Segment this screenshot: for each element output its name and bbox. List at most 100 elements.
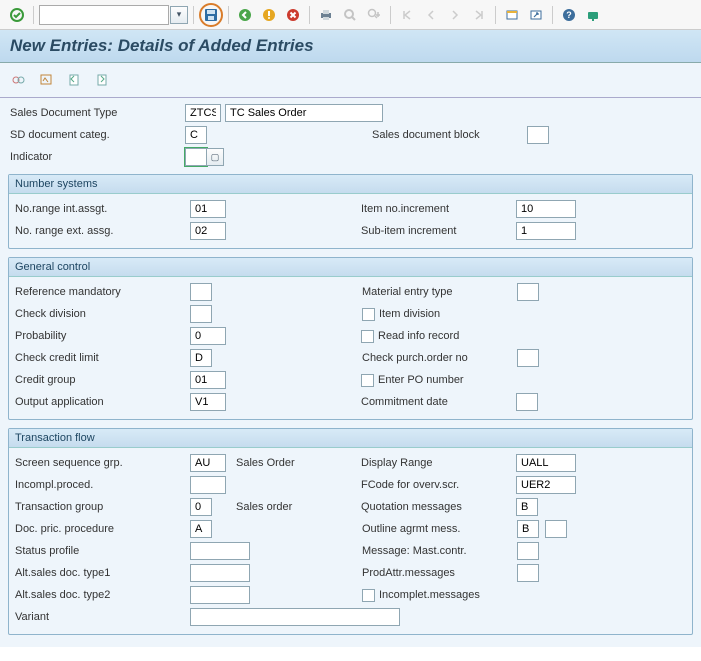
- screen-seq-desc: Sales Order: [236, 457, 361, 469]
- read-info-checkbox[interactable]: [361, 330, 374, 343]
- system-toolbar: ▾ ?: [0, 0, 701, 30]
- enter-po-checkbox[interactable]: [361, 374, 374, 387]
- trans-group-field[interactable]: [190, 498, 212, 516]
- commit-date-field[interactable]: [516, 393, 538, 411]
- group-transaction-flow-title: Transaction flow: [9, 429, 692, 448]
- prob-label: Probability: [15, 330, 190, 342]
- status-prof-field[interactable]: [190, 542, 250, 560]
- find-next-icon[interactable]: [363, 4, 385, 26]
- customize-local-layout-icon[interactable]: [582, 4, 604, 26]
- read-info-label: Read info record: [378, 330, 459, 342]
- separator: [552, 6, 553, 24]
- credit-group-field[interactable]: [190, 371, 226, 389]
- msg-mast-label: Message: Mast.contr.: [362, 545, 517, 557]
- variant-label: Variant: [15, 611, 190, 623]
- group-transaction-flow: Transaction flow Screen sequence grp. Sa…: [8, 428, 693, 635]
- separator: [495, 6, 496, 24]
- check-credit-label: Check credit limit: [15, 352, 190, 364]
- sales-doc-type-code[interactable]: [185, 104, 221, 122]
- subitem-inc-label: Sub-item increment: [361, 225, 516, 237]
- doc-pric-label: Doc. pric. procedure: [15, 523, 190, 535]
- back-icon[interactable]: [234, 4, 256, 26]
- change-display-icon[interactable]: [8, 69, 30, 91]
- alt-type2-field[interactable]: [190, 586, 250, 604]
- exit-icon[interactable]: [258, 4, 280, 26]
- outline-msg-field[interactable]: [517, 520, 539, 538]
- separator: [228, 6, 229, 24]
- no-range-ext-field[interactable]: [190, 222, 226, 240]
- check-po-label: Check purch.order no: [362, 352, 517, 364]
- cancel-icon[interactable]: [282, 4, 304, 26]
- item-division-checkbox[interactable]: [362, 308, 375, 321]
- new-session-icon[interactable]: [501, 4, 523, 26]
- first-page-icon[interactable]: [396, 4, 418, 26]
- incomplet-msg-checkbox[interactable]: [362, 589, 375, 602]
- prev-entry-icon[interactable]: [64, 69, 86, 91]
- outline-msg-extra-field[interactable]: [545, 520, 567, 538]
- check-credit-field[interactable]: [190, 349, 212, 367]
- screen-seq-field[interactable]: [190, 454, 226, 472]
- prev-page-icon[interactable]: [420, 4, 442, 26]
- group-general-control: General control Reference mandatory Mate…: [8, 257, 693, 420]
- check-div-label: Check division: [15, 308, 190, 320]
- prodattr-field[interactable]: [517, 564, 539, 582]
- select-entry-icon[interactable]: [36, 69, 58, 91]
- indicator-field[interactable]: [185, 148, 207, 166]
- sd-doc-categ-label: SD document categ.: [10, 129, 185, 141]
- sales-doc-type-desc[interactable]: [225, 104, 383, 122]
- item-inc-field[interactable]: [516, 200, 576, 218]
- separator: [309, 6, 310, 24]
- ref-mand-field[interactable]: [190, 283, 212, 301]
- screen-seq-label: Screen sequence grp.: [15, 457, 190, 469]
- print-icon[interactable]: [315, 4, 337, 26]
- output-app-field[interactable]: [190, 393, 226, 411]
- enter-po-label: Enter PO number: [378, 374, 464, 386]
- command-dropdown[interactable]: ▾: [170, 6, 188, 24]
- indicator-f4-button[interactable]: ▢: [206, 148, 224, 166]
- alt-type2-label: Alt.sales doc. type2: [15, 589, 190, 601]
- doc-pric-field[interactable]: [190, 520, 212, 538]
- check-div-field[interactable]: [190, 305, 212, 323]
- variant-field[interactable]: [190, 608, 400, 626]
- alt-type1-field[interactable]: [190, 564, 250, 582]
- commit-date-label: Commitment date: [361, 396, 516, 408]
- item-inc-label: Item no.increment: [361, 203, 516, 215]
- display-range-field[interactable]: [516, 454, 576, 472]
- subitem-inc-field[interactable]: [516, 222, 576, 240]
- no-range-int-field[interactable]: [190, 200, 226, 218]
- last-page-icon[interactable]: [468, 4, 490, 26]
- quot-msg-label: Quotation messages: [361, 501, 516, 513]
- prodattr-label: ProdAttr.messages: [362, 567, 517, 579]
- outline-msg-label: Outline agrmt mess.: [362, 523, 517, 535]
- incompl-proc-field[interactable]: [190, 476, 226, 494]
- find-icon[interactable]: [339, 4, 361, 26]
- quot-msg-field[interactable]: [516, 498, 538, 516]
- group-general-control-title: General control: [9, 258, 692, 277]
- trans-group-desc: Sales order: [236, 501, 361, 513]
- separator: [193, 6, 194, 24]
- next-page-icon[interactable]: [444, 4, 466, 26]
- mat-entry-label: Material entry type: [362, 286, 517, 298]
- enter-icon[interactable]: [6, 4, 28, 26]
- output-app-label: Output application: [15, 396, 190, 408]
- create-shortcut-icon[interactable]: [525, 4, 547, 26]
- fcode-field[interactable]: [516, 476, 576, 494]
- incomplet-msg-label: Incomplet.messages: [379, 589, 480, 601]
- item-division-label: Item division: [379, 308, 440, 320]
- check-po-field[interactable]: [517, 349, 539, 367]
- fcode-label: FCode for overv.scr.: [361, 479, 516, 491]
- trans-group-label: Transaction group: [15, 501, 190, 513]
- msg-mast-field[interactable]: [517, 542, 539, 560]
- mat-entry-field[interactable]: [517, 283, 539, 301]
- sd-doc-categ-field[interactable]: [185, 126, 207, 144]
- prob-field[interactable]: [190, 327, 226, 345]
- sales-doc-block-label: Sales document block: [372, 129, 527, 141]
- no-range-ext-label: No. range ext. assg.: [15, 225, 190, 237]
- command-field[interactable]: [39, 5, 169, 25]
- group-number-systems-title: Number systems: [9, 175, 692, 194]
- save-button[interactable]: [201, 4, 221, 26]
- sales-doc-block-field[interactable]: [527, 126, 549, 144]
- help-icon[interactable]: ?: [558, 4, 580, 26]
- next-entry-icon[interactable]: [92, 69, 114, 91]
- svg-text:?: ?: [566, 10, 572, 20]
